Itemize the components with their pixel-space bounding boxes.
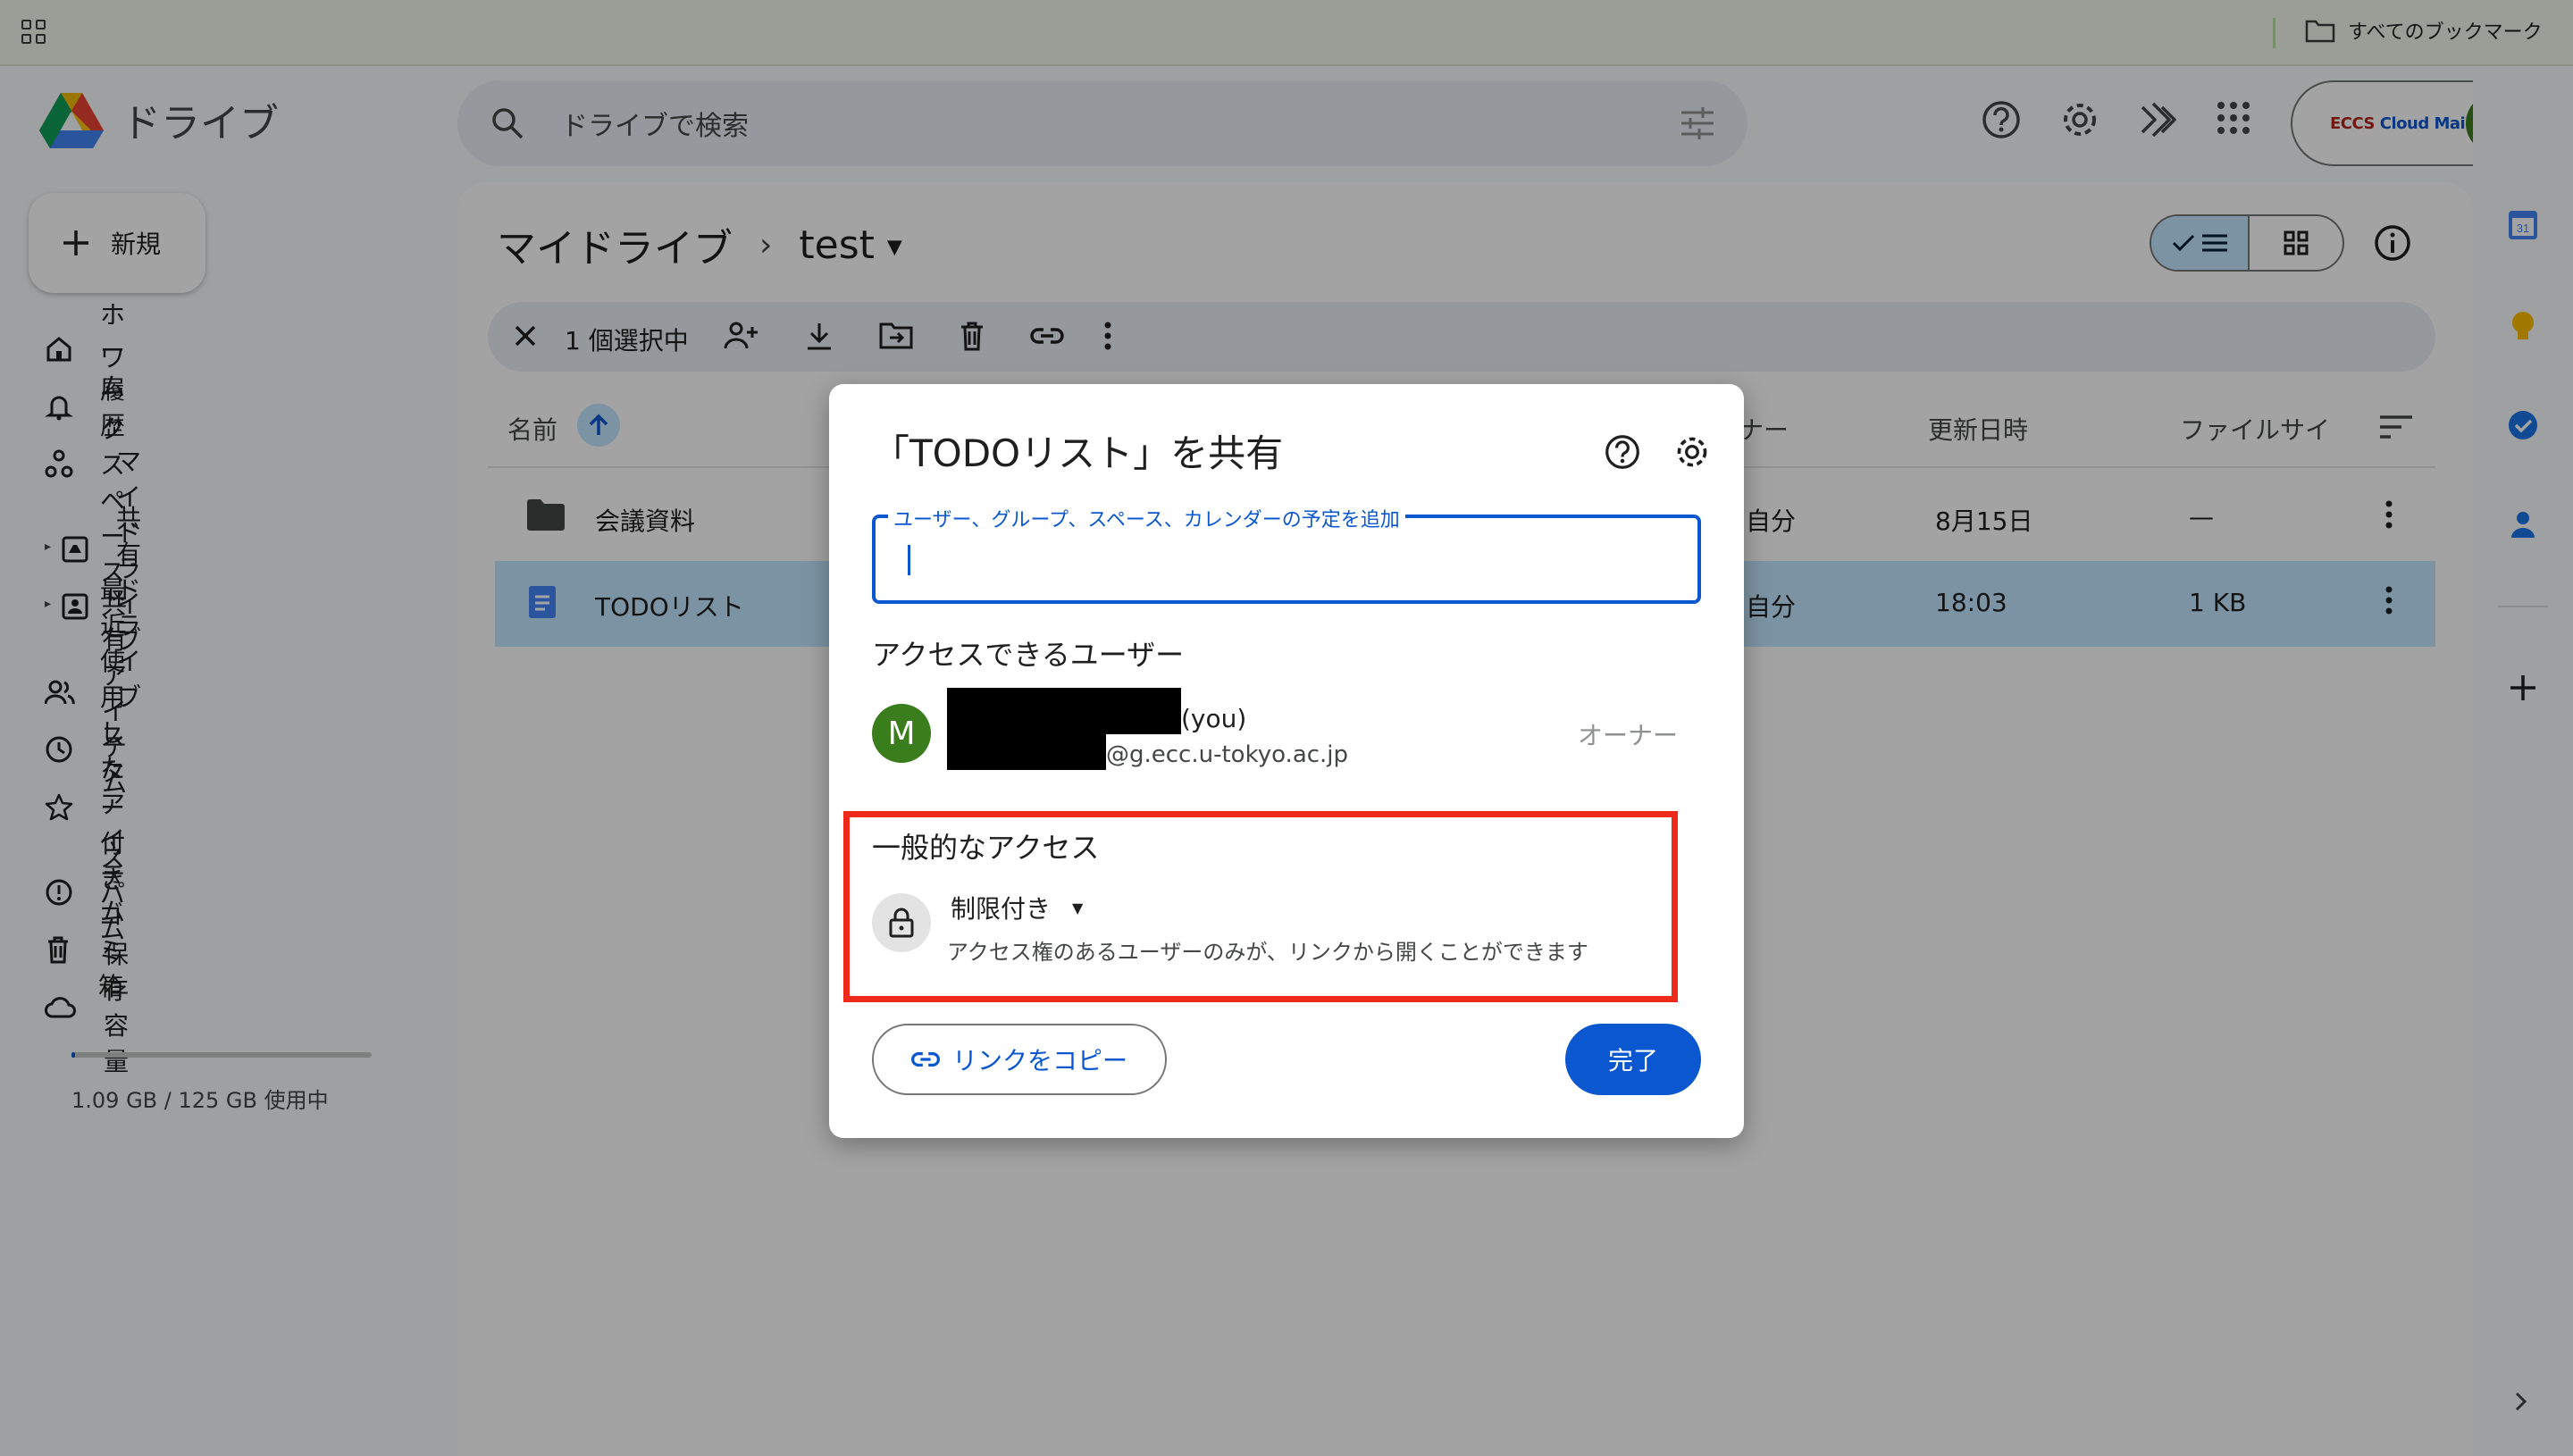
redacted-name [947, 688, 1181, 734]
user-avatar: M [872, 704, 931, 763]
share-dialog: 「TODOリスト」を共有 ユーザー、グループ、スペース、カレンダーの予定を追加 … [829, 384, 1744, 1138]
text-cursor [908, 545, 910, 575]
add-people-input[interactable]: ユーザー、グループ、スペース、カレンダーの予定を追加 [872, 504, 1701, 604]
add-people-input-label: ユーザー、グループ、スペース、カレンダーの予定を追加 [888, 504, 1405, 532]
copy-link-label: リンクをコピー [951, 1046, 1127, 1075]
annotation-highlight-box [843, 811, 1678, 1002]
settings-gear-icon[interactable] [1674, 434, 1710, 470]
user-email: @g.ecc.u-tokyo.ac.jp [1106, 741, 1349, 768]
link-icon [911, 1052, 940, 1067]
people-with-access-heading: アクセスできるユーザー [872, 638, 1185, 672]
user-you-label: (you) [1181, 704, 1247, 733]
done-button[interactable]: 完了 [1565, 1024, 1701, 1095]
redacted-email [947, 732, 1106, 770]
dialog-title: 「TODOリスト」を共有 [872, 431, 1284, 475]
copy-link-button[interactable]: リンクをコピー [872, 1024, 1167, 1095]
help-icon[interactable] [1605, 434, 1640, 470]
user-role: オーナー [1578, 721, 1679, 750]
